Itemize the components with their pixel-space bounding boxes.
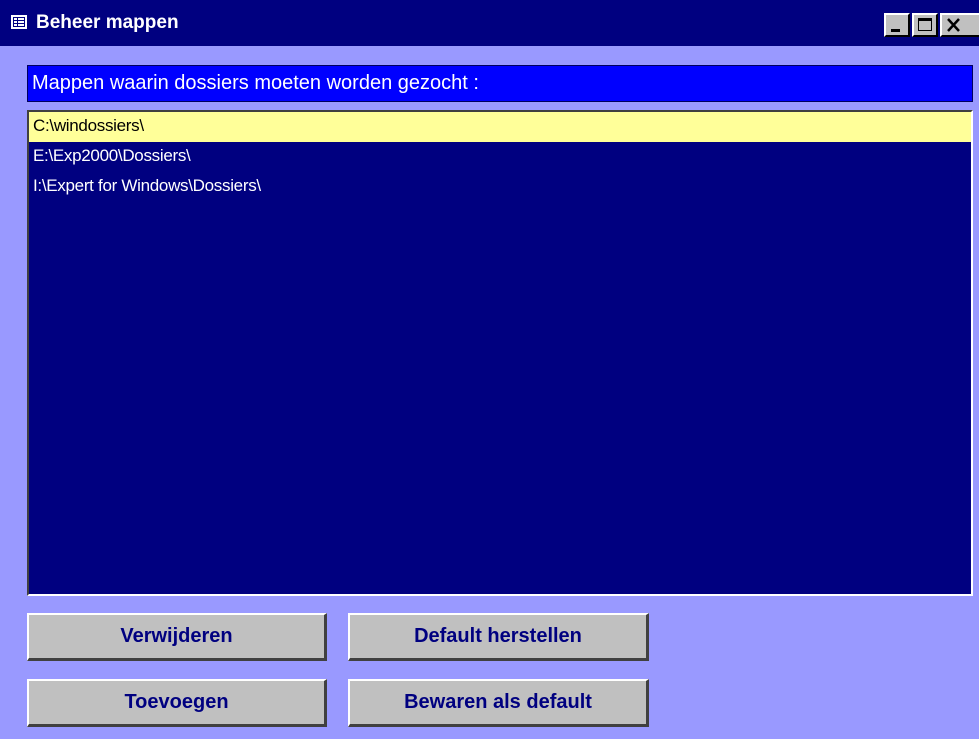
form-icon xyxy=(11,15,27,29)
title-bar[interactable]: Beheer mappen xyxy=(0,0,979,46)
minimize-button[interactable] xyxy=(884,13,910,37)
restore-default-button[interactable]: Default herstellen xyxy=(348,613,649,661)
minimize-icon xyxy=(891,29,900,32)
add-button[interactable]: Toevoegen xyxy=(27,679,327,727)
list-item[interactable]: I:\Expert for Windows\Dossiers\ xyxy=(29,172,971,202)
close-icon xyxy=(947,18,960,32)
save-as-default-button[interactable]: Bewaren als default xyxy=(348,679,649,727)
maximize-button[interactable] xyxy=(912,13,938,37)
maximize-icon xyxy=(918,18,932,31)
list-item[interactable]: E:\Exp2000\Dossiers\ xyxy=(29,142,971,172)
folders-listbox[interactable]: C:\windossiers\ E:\Exp2000\Dossiers\ I:\… xyxy=(27,110,973,596)
delete-button[interactable]: Verwijderen xyxy=(27,613,327,661)
list-item[interactable]: C:\windossiers\ xyxy=(29,112,971,142)
close-button[interactable] xyxy=(940,13,979,37)
folders-header-label: Mappen waarin dossiers moeten worden gez… xyxy=(27,65,973,102)
window-title: Beheer mappen xyxy=(36,12,179,33)
beheer-mappen-window: Beheer mappen Mappen waarin dossiers moe… xyxy=(0,0,979,739)
